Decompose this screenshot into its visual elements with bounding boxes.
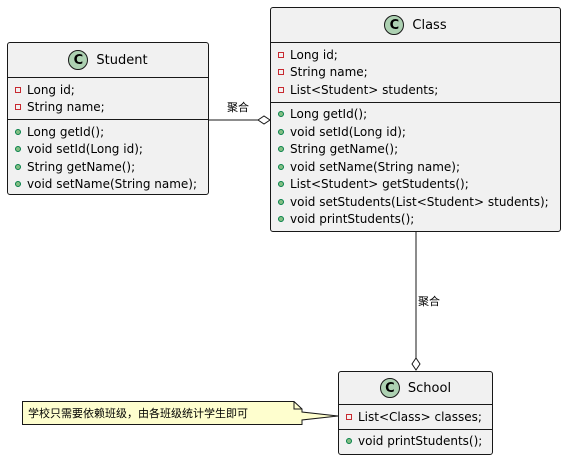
private-marker-icon xyxy=(278,69,284,76)
field-text: Long id; xyxy=(290,47,338,62)
class-class[interactable]: C Class Long id; String name; List<Stude… xyxy=(270,7,561,232)
class-school[interactable]: C School List<Class> classes; void print… xyxy=(338,371,493,455)
method-row: void setId(Long id); xyxy=(278,123,560,141)
aggregation-diamond xyxy=(257,115,271,125)
method-text: String getName(); xyxy=(290,142,399,157)
class-c-icon: C xyxy=(68,50,89,70)
student-class-relation-label: 聚合 xyxy=(227,101,249,114)
method-row: String getName(); xyxy=(278,141,560,159)
private-marker-icon xyxy=(15,104,21,111)
method-row: List<Student> getStudents(); xyxy=(278,176,560,194)
public-marker-icon xyxy=(278,181,284,188)
class-name: School xyxy=(407,380,452,396)
method-text: void setName(String name); xyxy=(290,159,461,174)
method-text: String getName(); xyxy=(27,159,136,174)
public-marker-icon xyxy=(15,181,21,188)
method-text: void printStudents(); xyxy=(290,212,415,227)
method-text: Long getId(); xyxy=(27,124,105,139)
private-marker-icon xyxy=(278,51,284,58)
method-text: void setId(Long id); xyxy=(290,124,406,139)
method-row: void setStudents(List<Student> students)… xyxy=(278,193,560,211)
public-marker-icon xyxy=(15,128,21,135)
method-text: List<Student> getStudents(); xyxy=(290,177,469,192)
class-name: Class xyxy=(412,17,447,33)
public-marker-icon xyxy=(278,128,284,135)
public-marker-icon xyxy=(278,111,284,118)
field-row: String name; xyxy=(15,99,208,117)
note-text: 学校只需要依赖班级，由各班级统计学生即可 xyxy=(28,407,248,420)
field-text: String name; xyxy=(27,100,105,115)
method-row: void setName(String name); xyxy=(15,176,208,194)
aggregation-diamond xyxy=(411,357,421,371)
field-row: Long id; xyxy=(15,81,208,99)
private-marker-icon xyxy=(278,86,284,93)
method-row: void printStudents(); xyxy=(346,433,492,451)
class-student[interactable]: C Student Long id; String name; Long get… xyxy=(7,42,209,195)
private-marker-icon xyxy=(15,86,21,93)
method-row: void setName(String name); xyxy=(278,158,560,176)
method-text: Long getId(); xyxy=(290,107,368,122)
public-marker-icon xyxy=(278,216,284,223)
field-row: List<Student> students; xyxy=(278,81,560,99)
private-marker-icon xyxy=(346,413,352,420)
class-header: C School xyxy=(339,372,492,405)
field-row: Long id; xyxy=(278,46,560,64)
methods-section: Long getId(); void setId(Long id); Strin… xyxy=(271,103,560,232)
method-row: String getName(); xyxy=(15,158,208,176)
methods-section: Long getId(); void setId(Long id); Strin… xyxy=(8,120,208,196)
public-marker-icon xyxy=(346,438,352,445)
field-row: List<Class> classes; xyxy=(346,408,492,426)
class-header: C Class xyxy=(271,8,560,43)
class-name: Student xyxy=(96,52,148,68)
class-header: C Student xyxy=(8,43,208,78)
method-row: Long getId(); xyxy=(15,123,208,141)
method-text: void setStudents(List<Student> students)… xyxy=(290,194,549,209)
field-row: String name; xyxy=(278,64,560,82)
class-school-relation-label: 聚合 xyxy=(418,295,440,308)
public-marker-icon xyxy=(15,146,21,153)
method-row: void printStudents(); xyxy=(278,211,560,229)
field-text: String name; xyxy=(290,65,368,80)
fields-section: List<Class> classes; xyxy=(339,405,492,430)
method-row: void setId(Long id); xyxy=(15,141,208,159)
fields-section: Long id; String name; List<Student> stud… xyxy=(271,43,560,103)
note: 学校只需要依赖班级，由各班级统计学生即可 xyxy=(22,401,338,425)
fields-section: Long id; String name; xyxy=(8,78,208,120)
methods-section: void printStudents(); xyxy=(339,430,492,454)
public-marker-icon xyxy=(278,146,284,153)
public-marker-icon xyxy=(278,198,284,205)
method-text: void setId(Long id); xyxy=(27,142,143,157)
class-c-icon: C xyxy=(384,15,405,35)
field-text: List<Class> classes; xyxy=(358,409,482,424)
field-text: Long id; xyxy=(27,82,75,97)
method-row: Long getId(); xyxy=(278,106,560,124)
public-marker-icon xyxy=(278,163,284,170)
method-text: void setName(String name); xyxy=(27,177,198,192)
class-c-icon: C xyxy=(379,378,400,398)
field-text: List<Student> students; xyxy=(290,82,439,97)
public-marker-icon xyxy=(15,163,21,170)
method-text: void printStudents(); xyxy=(358,434,483,449)
